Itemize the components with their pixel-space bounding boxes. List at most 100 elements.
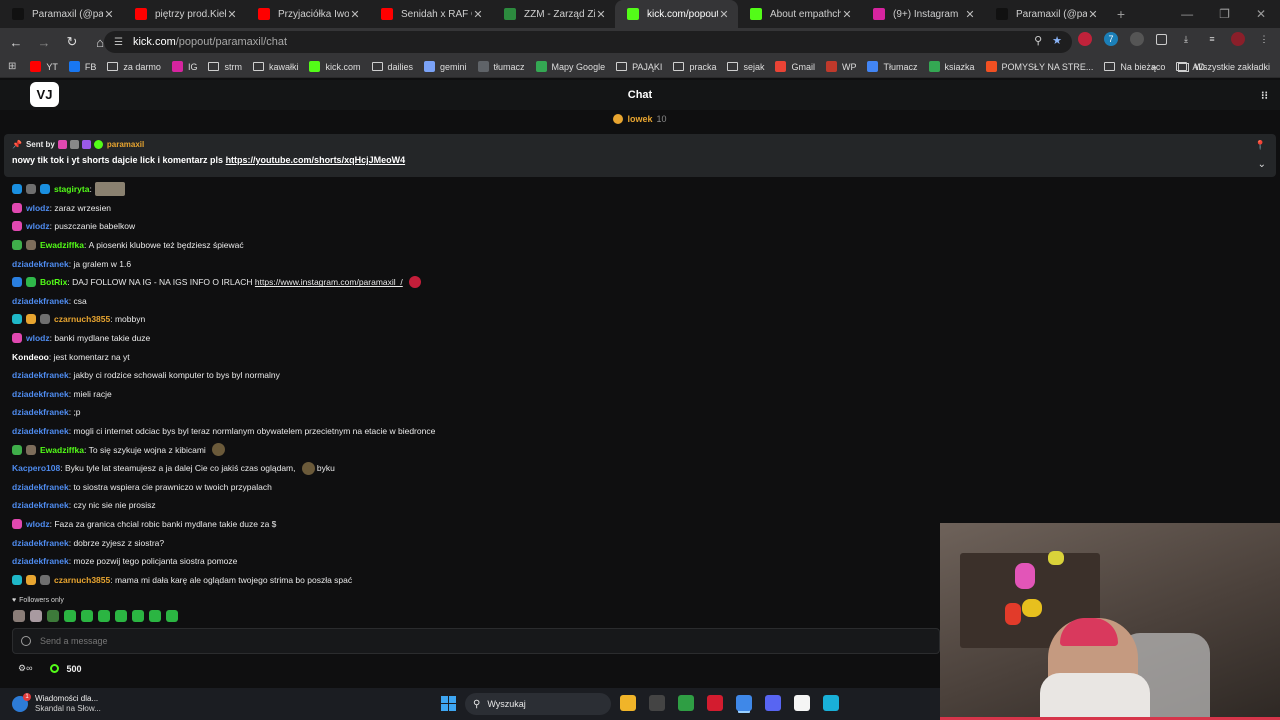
emote-icon[interactable] — [13, 610, 25, 622]
tab[interactable]: About empathchan -✕ — [738, 0, 861, 28]
close-tab-icon[interactable]: ✕ — [349, 8, 361, 21]
chat-username[interactable]: dziadekfranek — [12, 556, 69, 566]
chat-input[interactable] — [40, 636, 840, 646]
expand-chevron-icon[interactable]: ⌄ — [1258, 159, 1266, 170]
record-extension-icon[interactable] — [1078, 32, 1092, 46]
chat-username[interactable]: Ewadziffka — [40, 445, 84, 455]
emote-icon[interactable] — [81, 610, 93, 622]
chat-username[interactable]: dziadekfranek — [12, 296, 69, 306]
pinned-sender[interactable]: paramaxil — [107, 140, 144, 149]
file-explorer-icon[interactable] — [620, 695, 636, 711]
chat-username[interactable]: wlodz — [26, 221, 50, 231]
bookmark-item[interactable]: ksiazka — [928, 61, 975, 72]
apps-grid-icon[interactable]: ⊞ — [8, 61, 16, 72]
pinned-link[interactable]: https://youtube.com/shorts/xqHcjJMeoW4 — [226, 155, 406, 165]
tab[interactable]: Senidah x RAF Camora✕ — [369, 0, 492, 28]
chat-username[interactable]: wlodz — [26, 519, 50, 529]
minimize-icon[interactable]: — — [1181, 7, 1193, 21]
emote-icon[interactable] — [166, 610, 178, 622]
taskbar-search[interactable]: ⚲ Wyszukaj — [465, 693, 611, 715]
emote-icon[interactable] — [149, 610, 161, 622]
chat-settings-icon[interactable]: ⁝⁝ — [1261, 89, 1268, 102]
close-tab-icon[interactable]: ✕ — [103, 8, 115, 21]
chat-username[interactable]: czarnuch3855 — [54, 575, 110, 585]
bookmark-item[interactable]: kawałki — [252, 62, 298, 72]
tab[interactable]: (9+) Instagram ✕ — [861, 0, 984, 28]
close-tab-icon[interactable]: ✕ — [226, 8, 238, 21]
chat-username[interactable]: Kondeoo — [12, 352, 49, 362]
chat-username[interactable]: dziadekfranek — [12, 389, 69, 399]
bookmark-item[interactable]: IG — [171, 61, 197, 72]
close-tab-icon[interactable]: ✕ — [1087, 8, 1099, 21]
bookmark-item[interactable]: WP — [825, 61, 856, 72]
chat-username[interactable]: dziadekfranek — [12, 370, 69, 380]
bookmark-item[interactable]: Mapy Google — [535, 61, 605, 72]
chat-username[interactable]: stagiryta — [54, 184, 89, 194]
menu-kebab-icon[interactable]: ⋮ — [1257, 32, 1271, 46]
chat-username[interactable]: wlodz — [26, 203, 50, 213]
back-icon[interactable]: ← — [4, 30, 28, 54]
reload-icon[interactable]: ↻ — [60, 30, 84, 54]
bookmark-item[interactable]: pracka — [673, 62, 716, 72]
close-window-icon[interactable]: ✕ — [1256, 7, 1266, 21]
bookmark-item[interactable]: kick.com — [309, 61, 361, 72]
new-tab-button[interactable]: + — [1107, 0, 1135, 28]
bookmark-item[interactable]: sejak — [727, 62, 764, 72]
address-bar[interactable]: ☰ kick.com/popout/paramaxil/chat ⚲ ★ — [104, 31, 1072, 53]
bookmark-item[interactable]: PAJĄKI — [616, 62, 662, 72]
close-tab-icon[interactable]: ✕ — [841, 8, 853, 21]
chat-input-box[interactable] — [12, 628, 940, 654]
chat-link[interactable]: https://www.instagram.com/paramaxil_/ — [255, 277, 403, 287]
reading-list-icon[interactable]: ≡ — [1205, 32, 1219, 46]
emote-icon[interactable] — [47, 610, 59, 622]
close-tab-icon[interactable]: ✕ — [595, 8, 607, 21]
settings-icon[interactable]: ⚙∞ — [18, 663, 32, 674]
chrome-icon[interactable] — [736, 695, 752, 711]
bookmark-item[interactable]: Tłumacz — [867, 61, 918, 72]
close-tab-icon[interactable]: ✕ — [718, 8, 730, 21]
forward-icon[interactable]: → — [32, 30, 56, 54]
emote-icon[interactable] — [64, 610, 76, 622]
discord-icon[interactable] — [765, 695, 781, 711]
emote-icon[interactable] — [115, 610, 127, 622]
bookmark-item[interactable]: gemini — [424, 61, 467, 72]
tab[interactable]: kick.com/popout/paramaxil/chat✕ — [615, 0, 738, 28]
start-button[interactable] — [441, 696, 456, 711]
tab[interactable]: piętrzy prod.Kiełas - YouTube✕ — [123, 0, 246, 28]
tab[interactable]: Paramaxil (@paramaxil)✕ — [984, 0, 1107, 28]
channel-logo[interactable]: VJ — [30, 82, 59, 107]
tab[interactable]: ZZM - Zarząd Zieleni✕ — [492, 0, 615, 28]
extensions-puzzle-icon[interactable] — [1156, 33, 1167, 45]
chat-username[interactable]: dziadekfranek — [12, 500, 69, 510]
chat-username[interactable]: BotRix — [40, 277, 67, 287]
chat-username[interactable]: dziadekfranek — [12, 259, 69, 269]
download-icon[interactable]: ⤓ — [1179, 32, 1193, 46]
bookmark-star-icon[interactable]: ★ — [1052, 34, 1062, 47]
chat-username[interactable]: dziadekfranek — [12, 482, 69, 492]
chat-username[interactable]: Ewadziffka — [40, 240, 84, 250]
news-widget[interactable]: 1 Wiadomości dla... Skandal na Słow... — [12, 693, 101, 714]
more-bookmarks-icon[interactable]: » — [1151, 62, 1156, 72]
close-tab-icon[interactable]: ✕ — [964, 8, 976, 21]
emote-icon[interactable] — [98, 610, 110, 622]
bookmark-item[interactable]: za darmo — [107, 62, 161, 72]
bookmark-item[interactable]: strm — [208, 62, 242, 72]
gift-user[interactable]: lowek — [627, 114, 652, 124]
bookmark-item[interactable]: dailies — [371, 62, 413, 72]
restore-icon[interactable]: ❐ — [1219, 7, 1230, 21]
vpn-icon[interactable] — [678, 695, 694, 711]
chat-username[interactable]: Kacpero108 — [12, 463, 60, 473]
bookmark-item[interactable]: YT — [30, 61, 58, 72]
site-info-icon[interactable]: ☰ — [114, 37, 123, 48]
translate-extension-icon[interactable]: 7 — [1104, 32, 1118, 46]
bookmark-item[interactable]: tłumacz — [477, 61, 525, 72]
close-tab-icon[interactable]: ✕ — [472, 8, 484, 21]
chat-username[interactable]: wlodz — [26, 333, 50, 343]
zoom-search-icon[interactable]: ⚲ — [1034, 34, 1042, 47]
tab[interactable]: Paramaxil (@paramaxil)✕ — [0, 0, 123, 28]
tab[interactable]: Przyjaciółka Iwony W✕ — [246, 0, 369, 28]
channel-points[interactable]: 500 — [66, 664, 81, 674]
chat-username[interactable]: dziadekfranek — [12, 538, 69, 548]
chat-username[interactable]: dziadekfranek — [12, 426, 69, 436]
emote-picker-icon[interactable] — [21, 636, 31, 646]
